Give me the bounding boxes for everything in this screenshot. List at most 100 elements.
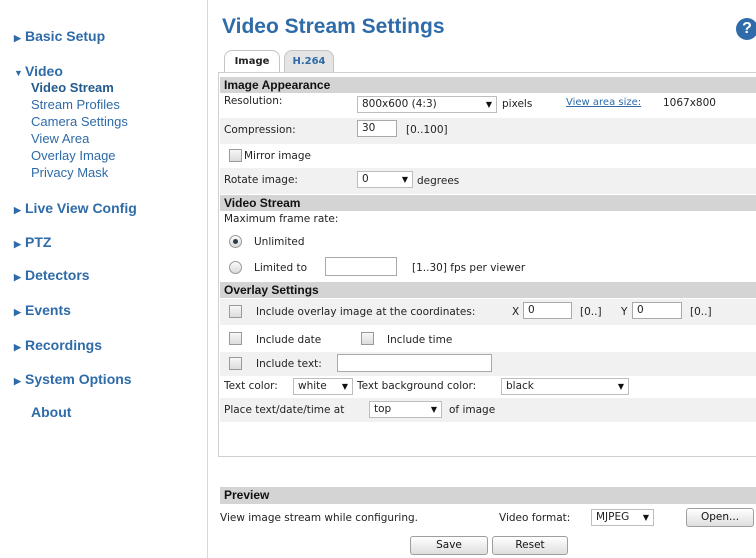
dropdown-arrow-icon: ▼ [341, 382, 348, 391]
dropdown-arrow-icon: ▼ [617, 382, 624, 391]
include-time-checkbox[interactable] [361, 332, 374, 345]
mirror-row: Mirror image [220, 144, 756, 168]
text-bg-color-label: Text background color: [357, 380, 477, 392]
mirror-image-checkbox[interactable] [229, 149, 242, 162]
unlimited-row: Unlimited [220, 231, 756, 255]
include-overlay-checkbox[interactable] [229, 305, 242, 318]
subnav-privacy-mask[interactable]: Privacy Mask [31, 164, 128, 181]
subnav-video-stream[interactable]: Video Stream [31, 79, 128, 96]
max-frame-rate-row: Maximum frame rate: [220, 211, 756, 231]
compression-range: [0..100] [406, 124, 448, 136]
nav-events[interactable]: ▶ Events [14, 302, 71, 318]
nav-live-view-config[interactable]: ▶ Live View Config [14, 200, 137, 216]
placement-suffix: of image [449, 404, 496, 416]
placement-row: Place text/date/time at top ▼ of image [220, 398, 756, 422]
preview-description: View image stream while configuring. [220, 512, 418, 524]
chevron-right-icon: ▶ [14, 307, 21, 317]
sidebar: ▶ Basic Setup ▼ Video Video Stream Stream … [0, 0, 208, 558]
dropdown-arrow-icon: ▼ [642, 513, 649, 522]
overlay-x-label: X [512, 306, 520, 318]
overlay-x-range: [0..] [580, 306, 602, 318]
include-text-label: Include text: [256, 358, 322, 370]
compression-input[interactable]: 30 [357, 120, 397, 137]
subnav-view-area[interactable]: View Area [31, 130, 128, 147]
text-color-label: Text color: [224, 380, 278, 392]
overlay-y-label: Y [621, 306, 628, 318]
tab-h264[interactable]: H.264 [284, 50, 334, 72]
resolution-label: Resolution: [224, 95, 283, 107]
nav-system-options[interactable]: ▶ System Options [14, 371, 132, 387]
include-overlay-label: Include overlay image at the coordinates… [256, 306, 476, 318]
chevron-right-icon: ▶ [14, 376, 21, 386]
text-bg-color-select[interactable]: black ▼ [501, 378, 629, 395]
nav-recordings[interactable]: ▶ Recordings [14, 337, 102, 353]
placement-label: Place text/date/time at [224, 404, 345, 416]
preview-header: Preview [220, 487, 756, 504]
overlay-settings-header: Overlay Settings [220, 282, 756, 298]
nav-ptz[interactable]: ▶ PTZ [14, 234, 51, 250]
save-button[interactable]: Save [410, 536, 488, 555]
chevron-right-icon: ▶ [14, 33, 21, 43]
resolution-select[interactable]: 800x600 (4:3) ▼ [357, 96, 497, 113]
nav-video[interactable]: ▼ Video [14, 63, 63, 79]
chevron-right-icon: ▶ [14, 205, 21, 215]
chevron-right-icon: ▶ [14, 272, 21, 282]
limited-label: Limited to [254, 262, 308, 274]
nav-detectors[interactable]: ▶ Detectors [14, 267, 90, 283]
image-appearance-header: Image Appearance [220, 77, 756, 93]
limited-row: Limited to [1..30] fps per viewer [220, 255, 756, 281]
dropdown-arrow-icon: ▼ [401, 175, 408, 184]
open-button[interactable]: Open... [686, 508, 754, 527]
overlay-y-range: [0..] [690, 306, 712, 318]
overlay-y-input[interactable]: 0 [632, 302, 682, 319]
include-time-label: Include time [387, 334, 453, 346]
resolution-row: Resolution: 800x600 (4:3) ▼ pixels View … [220, 94, 756, 118]
include-text-input[interactable] [337, 354, 492, 372]
chevron-down-icon: ▼ [14, 68, 23, 78]
rotate-label: Rotate image: [224, 174, 298, 186]
limited-fps-range: [1..30] fps per viewer [412, 262, 526, 274]
dropdown-arrow-icon: ▼ [485, 100, 492, 109]
tab-image[interactable]: Image [224, 50, 280, 72]
help-icon[interactable]: ? [736, 18, 756, 40]
max-frame-rate-label: Maximum frame rate: [224, 213, 339, 225]
compression-row: Compression: 30 [0..100] [220, 118, 756, 144]
overlay-image-row: Include overlay image at the coordinates… [220, 299, 756, 325]
reset-button[interactable]: Reset [492, 536, 568, 555]
rotate-select[interactable]: 0 ▼ [357, 171, 413, 188]
mirror-image-label: Mirror image [244, 150, 311, 162]
limited-fps-input[interactable] [325, 257, 397, 276]
unlimited-label: Unlimited [254, 236, 305, 248]
include-date-checkbox[interactable] [229, 332, 242, 345]
overlay-x-input[interactable]: 0 [523, 302, 572, 319]
resolution-unit: pixels [502, 98, 533, 110]
nav-basic-setup[interactable]: ▶ Basic Setup [14, 28, 105, 44]
page-title: Video Stream Settings [222, 15, 445, 38]
placement-select[interactable]: top ▼ [369, 401, 442, 418]
nav-about[interactable]: About [31, 404, 71, 420]
chevron-right-icon: ▶ [14, 342, 21, 352]
view-area-size-link[interactable]: View area size: [566, 97, 641, 108]
rotate-row: Rotate image: 0 ▼ degrees [220, 168, 756, 194]
text-color-row: Text color: white ▼ Text background colo… [220, 376, 756, 398]
chevron-right-icon: ▶ [14, 239, 21, 249]
unlimited-radio[interactable] [229, 235, 242, 248]
subnav-camera-settings[interactable]: Camera Settings [31, 113, 128, 130]
include-text-checkbox[interactable] [229, 357, 242, 370]
view-area-size-value: 1067x800 [663, 97, 716, 109]
compression-label: Compression: [224, 124, 296, 136]
video-format-label: Video format: [499, 512, 571, 524]
preview-row: View image stream while configuring. Vid… [220, 505, 756, 529]
date-time-row: Include date Include time [220, 326, 756, 352]
text-color-select[interactable]: white ▼ [293, 378, 353, 395]
video-format-select[interactable]: MJPEG ▼ [591, 509, 654, 526]
include-date-label: Include date [256, 334, 322, 346]
subnav-overlay-image[interactable]: Overlay Image [31, 147, 128, 164]
limited-radio[interactable] [229, 261, 242, 274]
video-submenu: Video Stream Stream Profiles Camera Sett… [31, 79, 128, 181]
dropdown-arrow-icon: ▼ [430, 405, 437, 414]
video-stream-header: Video Stream [220, 195, 756, 211]
include-text-row: Include text: [220, 352, 756, 376]
subnav-stream-profiles[interactable]: Stream Profiles [31, 96, 128, 113]
rotate-unit: degrees [417, 175, 460, 187]
